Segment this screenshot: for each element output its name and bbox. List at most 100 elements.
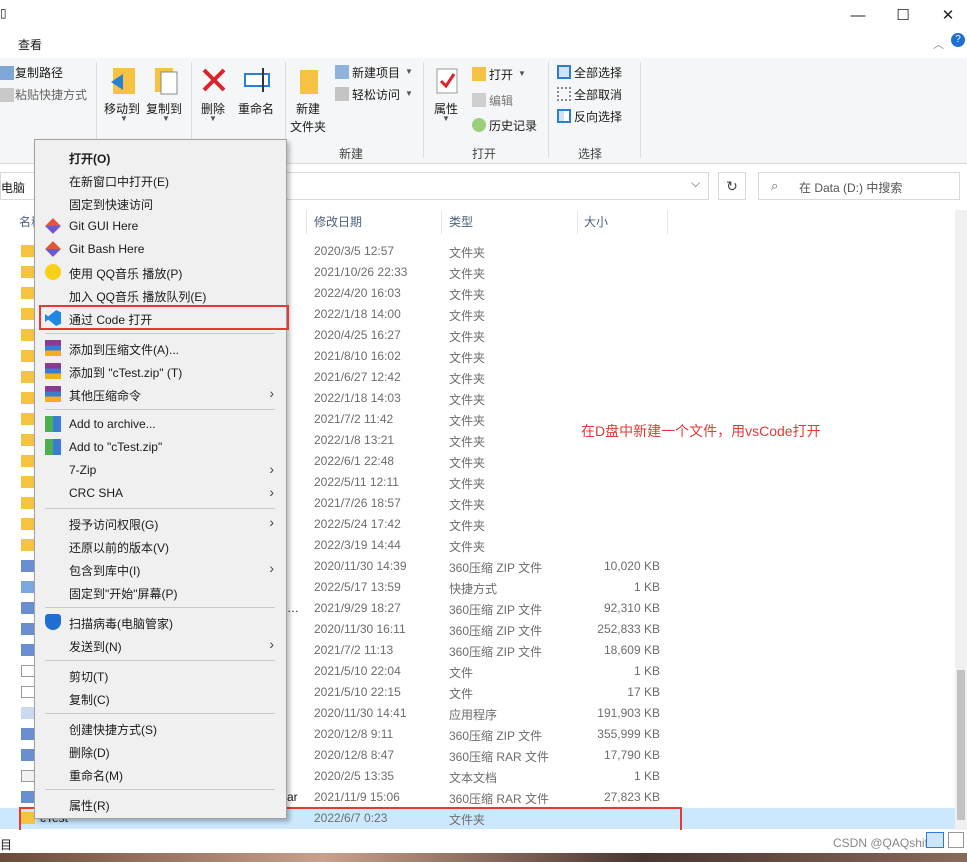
new-folder-icon xyxy=(300,70,318,94)
menu-item-label: Git Bash Here xyxy=(69,242,145,256)
menu-item-label: 在新窗口中打开(E) xyxy=(69,175,169,189)
folder-icon xyxy=(21,371,35,383)
menu-item[interactable]: 其他压缩命令 › xyxy=(35,383,286,404)
refresh-icon: ↻ xyxy=(726,177,738,194)
column-header-size[interactable]: 大小 xyxy=(584,213,608,230)
file-type: 文件夹 xyxy=(449,330,486,344)
invert-selection-button[interactable]: 反向选择 xyxy=(574,108,622,125)
menu-item[interactable]: 属性(R) xyxy=(35,793,286,814)
file-type: 360压缩 ZIP 文件 xyxy=(449,624,543,638)
folder-icon xyxy=(21,518,35,530)
scrollbar-thumb[interactable] xyxy=(957,670,965,820)
refresh-button[interactable]: ↻ xyxy=(718,172,746,200)
group-label-new: 新建 xyxy=(339,147,364,161)
menu-item[interactable]: 添加到压缩文件(A)... xyxy=(35,337,286,358)
menu-item[interactable]: 固定到"开始"屏幕(P) xyxy=(35,581,286,602)
menu-item[interactable]: 删除(D) xyxy=(35,740,286,761)
window-left-edge: ▯ xyxy=(0,6,7,20)
file-date: 2022/6/1 22:48 xyxy=(314,454,395,468)
history-button[interactable]: 历史记录 xyxy=(489,117,537,134)
file-size: 252,833 KB xyxy=(597,622,660,636)
help-icon[interactable]: ? xyxy=(951,33,965,47)
menu-item[interactable]: 剪切(T) xyxy=(35,664,286,685)
menu-item[interactable]: 还原以前的版本(V) xyxy=(35,535,286,556)
menu-item[interactable]: Git GUI Here xyxy=(35,215,286,236)
column-header-date[interactable]: 修改日期 xyxy=(314,213,362,230)
column-divider[interactable] xyxy=(577,210,578,234)
watermark: CSDN @QAQshift xyxy=(833,836,932,850)
menu-item[interactable]: 7-Zip › xyxy=(35,459,286,480)
address-dropdown-icon[interactable]: ⌵ xyxy=(691,176,700,191)
file-name: ar xyxy=(287,790,298,804)
menu-item[interactable]: 复制(C) xyxy=(35,687,286,708)
menu-item[interactable]: 创建快捷方式(S) xyxy=(35,717,286,738)
menu-item[interactable]: 使用 QQ音乐 播放(P) xyxy=(35,261,286,282)
new-folder-label-2[interactable]: 文件夹 xyxy=(290,118,326,135)
select-none-button[interactable]: 全部取消 xyxy=(574,86,622,103)
file-size: 27,823 KB xyxy=(603,790,660,804)
menu-item[interactable]: 扫描病毒(电脑管家) xyxy=(35,611,286,632)
column-divider[interactable] xyxy=(306,210,307,234)
tab-view[interactable]: 查看 xyxy=(18,36,42,53)
copy-path-button[interactable]: 复制路径 xyxy=(15,64,63,81)
menu-item[interactable]: Add to archive... xyxy=(35,413,286,434)
menu-item[interactable]: 重命名(M) xyxy=(35,763,286,784)
folder-icon xyxy=(21,413,35,425)
column-header-type[interactable]: 类型 xyxy=(449,213,473,230)
menu-item-label: 还原以前的版本(V) xyxy=(69,541,169,555)
menu-item[interactable]: 发送到(N) › xyxy=(35,634,286,655)
select-all-button[interactable]: 全部选择 xyxy=(574,64,622,81)
copy-to-dropdown-icon: ▼ xyxy=(162,114,170,123)
file-size: 10,020 KB xyxy=(603,559,660,573)
search-input[interactable]: 在 Data (D:) 中搜索 xyxy=(799,179,902,196)
menu-item[interactable]: Add to "cTest.zip" xyxy=(35,436,286,457)
file-date: 2022/1/18 14:00 xyxy=(314,307,401,321)
details-view-icon[interactable] xyxy=(926,832,944,848)
file-size: 17,790 KB xyxy=(603,748,660,762)
menu-item[interactable]: Git Bash Here xyxy=(35,238,286,259)
minimize-button[interactable]: — xyxy=(835,0,881,30)
menu-item[interactable]: CRC SHA › xyxy=(35,482,286,503)
menu-item[interactable]: 在新窗口中打开(E) xyxy=(35,169,286,190)
chevron-right-icon: › xyxy=(269,385,274,401)
easy-access-button[interactable]: 轻松访问 xyxy=(352,86,400,103)
search-box[interactable]: ⌕ 在 Data (D:) 中搜索 xyxy=(758,172,960,200)
new-item-button[interactable]: 新建项目 xyxy=(352,64,400,81)
tiles-view-icon[interactable] xyxy=(948,832,964,848)
chevron-right-icon: › xyxy=(269,514,274,530)
rename-button[interactable]: 重命名 xyxy=(238,100,274,117)
open-button[interactable]: 打开 xyxy=(489,66,513,83)
file-date: 2021/11/9 15:06 xyxy=(314,790,400,804)
edit-button[interactable]: 编辑 xyxy=(489,92,513,109)
chevron-right-icon: › xyxy=(269,636,274,652)
easy-access-dropdown-icon: ▼ xyxy=(405,89,413,98)
file-size: 191,903 KB xyxy=(597,706,660,720)
menu-item-label: Add to "cTest.zip" xyxy=(69,440,163,454)
menu-item[interactable]: 授予访问权限(G) › xyxy=(35,512,286,533)
file-type: 文件夹 xyxy=(449,540,486,554)
menu-item[interactable]: 固定到快速访问 xyxy=(35,192,286,213)
menu-item[interactable]: 打开(O) xyxy=(35,146,286,167)
app-icon xyxy=(21,707,35,719)
menu-item-label: 添加到压缩文件(A)... xyxy=(69,343,179,357)
menu-item[interactable]: 包含到库中(I) › xyxy=(35,558,286,579)
file-date: 2021/10/26 22:33 xyxy=(314,265,408,279)
maximize-button[interactable]: ☐ xyxy=(880,0,926,30)
menu-item-label: 创建快捷方式(S) xyxy=(69,723,157,737)
new-folder-label-1[interactable]: 新建 xyxy=(296,100,320,117)
paste-shortcut-button[interactable]: 粘贴快捷方式 xyxy=(15,86,87,103)
menu-item[interactable]: 添加到 "cTest.zip" (T) xyxy=(35,360,286,381)
menu-separator xyxy=(45,409,275,410)
menu-item-label: 属性(R) xyxy=(69,799,110,813)
menu-separator xyxy=(45,607,275,608)
close-button[interactable]: ✕ xyxy=(925,0,967,30)
file-date: 2020/11/30 14:41 xyxy=(314,706,407,720)
file-size: 1 KB xyxy=(633,769,660,783)
menu-separator xyxy=(45,713,275,714)
column-divider[interactable] xyxy=(667,210,668,234)
column-divider[interactable] xyxy=(441,210,442,234)
menu-item-label: 包含到库中(I) xyxy=(69,564,141,578)
folder-icon xyxy=(21,476,35,488)
collapse-ribbon-icon[interactable]: ︿ xyxy=(933,36,944,52)
menu-item[interactable]: 加入 QQ音乐 播放队列(E) xyxy=(35,284,286,305)
